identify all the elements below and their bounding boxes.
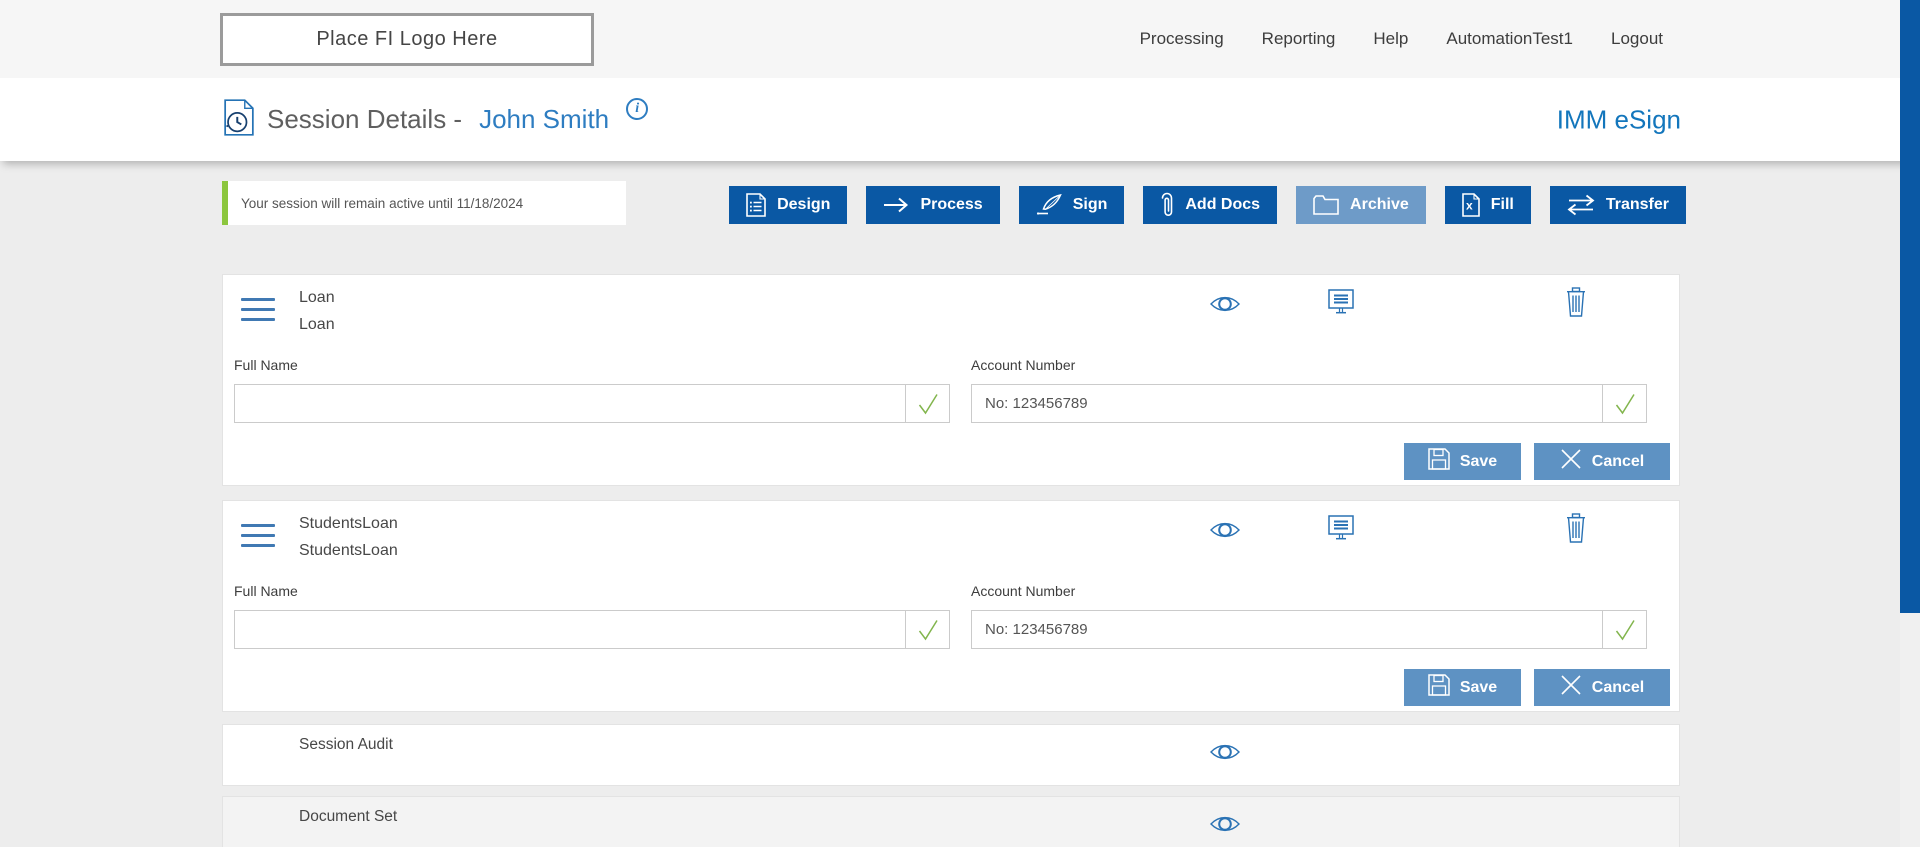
topbar: Place FI Logo Here Processing Reporting …	[0, 0, 1920, 78]
cancel-button-label: Cancel	[1591, 678, 1645, 696]
info-icon[interactable]: i	[626, 97, 649, 120]
card-title-line1: Loan	[299, 289, 335, 306]
design-document-icon	[746, 193, 766, 217]
remote-display-button[interactable]	[1326, 288, 1356, 319]
row-title: Document Set	[299, 808, 398, 825]
preview-eye-button[interactable]	[1209, 813, 1241, 838]
main-nav: Processing Reporting Help AutomationTest…	[1140, 0, 1663, 78]
session-document-clock-icon	[224, 98, 254, 141]
row-title: Session Audit	[299, 736, 393, 753]
drag-handle-icon[interactable]	[241, 298, 275, 321]
add-docs-button[interactable]: Add Docs	[1143, 186, 1278, 224]
account-number-input[interactable]	[971, 610, 1603, 649]
full-name-label: Full Name	[234, 583, 298, 599]
archive-button[interactable]: Archive	[1296, 186, 1426, 224]
card-title-line1: StudentsLoan	[299, 515, 398, 532]
page-title: Session Details -	[267, 104, 463, 134]
fill-button-label: Fill	[1490, 196, 1514, 213]
save-button-label: Save	[1459, 678, 1498, 696]
design-button[interactable]: Design	[729, 186, 848, 224]
design-button-label: Design	[777, 196, 831, 213]
account-number-input[interactable]	[971, 384, 1603, 423]
account-number-label: Account Number	[971, 583, 1076, 599]
card-title: Loan Loan	[299, 284, 335, 338]
delete-trash-button[interactable]	[1564, 513, 1588, 546]
account-number-label: Account Number	[971, 357, 1076, 373]
fill-document-icon: x	[1461, 193, 1480, 217]
cancel-button[interactable]: Cancel	[1534, 669, 1670, 706]
account-number-group	[971, 610, 1647, 649]
close-x-icon	[1560, 448, 1582, 475]
valid-check-icon	[905, 610, 950, 649]
paperclip-icon	[1160, 192, 1174, 219]
save-button[interactable]: Save	[1404, 443, 1521, 480]
arrow-right-icon	[883, 195, 909, 215]
nav-item-reporting[interactable]: Reporting	[1262, 29, 1336, 49]
scrollbar-thumb[interactable]	[1900, 0, 1920, 613]
title-group: Session Details - John Smith i	[224, 78, 649, 161]
session-notice: Your session will remain active until 11…	[222, 181, 626, 225]
fill-button[interactable]: x Fill	[1444, 186, 1531, 224]
sign-button[interactable]: Sign	[1018, 186, 1125, 224]
account-number-group	[971, 384, 1647, 423]
delete-trash-button[interactable]	[1564, 287, 1588, 320]
valid-check-icon	[905, 384, 950, 423]
full-name-input[interactable]	[234, 384, 906, 423]
floppy-disk-icon	[1428, 674, 1450, 701]
full-name-label: Full Name	[234, 357, 298, 373]
svg-text:x: x	[1466, 199, 1473, 213]
document-card-loan: Loan Loan Full Name Account Number No: 1…	[222, 274, 1680, 486]
transfer-arrows-icon	[1567, 194, 1595, 216]
valid-check-icon	[1602, 610, 1647, 649]
card-title-line2: Loan	[299, 316, 335, 333]
preview-eye-button[interactable]	[1209, 519, 1241, 544]
full-name-group	[234, 384, 950, 423]
cancel-button[interactable]: Cancel	[1534, 443, 1670, 480]
remote-display-button[interactable]	[1326, 514, 1356, 545]
fi-logo-placeholder: Place FI Logo Here	[220, 13, 594, 66]
session-name: John Smith	[479, 104, 610, 134]
process-button-label: Process	[920, 196, 983, 213]
preview-eye-button[interactable]	[1209, 293, 1241, 318]
folder-icon	[1313, 195, 1339, 215]
save-button-label: Save	[1459, 452, 1498, 470]
process-button[interactable]: Process	[866, 186, 1000, 224]
nav-item-username[interactable]: AutomationTest1	[1446, 29, 1573, 49]
floppy-disk-icon	[1428, 448, 1450, 475]
transfer-button-label: Transfer	[1605, 196, 1669, 213]
drag-handle-icon[interactable]	[241, 524, 275, 547]
action-toolbar: Design Process Sign Add Docs Archive x F…	[729, 186, 1686, 224]
add-docs-button-label: Add Docs	[1185, 196, 1261, 213]
preview-eye-button[interactable]	[1209, 741, 1241, 766]
brand-logo: IMM eSign	[1556, 104, 1681, 134]
transfer-button[interactable]: Transfer	[1549, 186, 1686, 224]
nav-item-processing[interactable]: Processing	[1140, 29, 1224, 49]
card-title-line2: StudentsLoan	[299, 542, 398, 559]
valid-check-icon	[1602, 384, 1647, 423]
titlebar: Session Details - John Smith i IMM eSign	[0, 78, 1920, 161]
full-name-group	[234, 610, 950, 649]
scrollbar[interactable]	[1900, 0, 1920, 847]
nav-item-logout[interactable]: Logout	[1611, 29, 1663, 49]
session-audit-row: Session Audit	[222, 724, 1680, 786]
session-notice-text: Your session will remain active until 11…	[241, 195, 524, 211]
signature-pen-icon	[1036, 194, 1062, 216]
close-x-icon	[1560, 674, 1582, 701]
card-title: StudentsLoan StudentsLoan	[299, 510, 398, 564]
archive-button-label: Archive	[1350, 196, 1409, 213]
document-set-row: Document Set	[222, 796, 1680, 847]
full-name-input[interactable]	[234, 610, 906, 649]
fi-logo-text: Place FI Logo Here	[316, 28, 498, 50]
save-button[interactable]: Save	[1404, 669, 1521, 706]
nav-item-help[interactable]: Help	[1373, 29, 1408, 49]
document-card-studentsloan: StudentsLoan StudentsLoan Full Name Acco…	[222, 500, 1680, 712]
cancel-button-label: Cancel	[1591, 452, 1645, 470]
sign-button-label: Sign	[1072, 196, 1108, 213]
